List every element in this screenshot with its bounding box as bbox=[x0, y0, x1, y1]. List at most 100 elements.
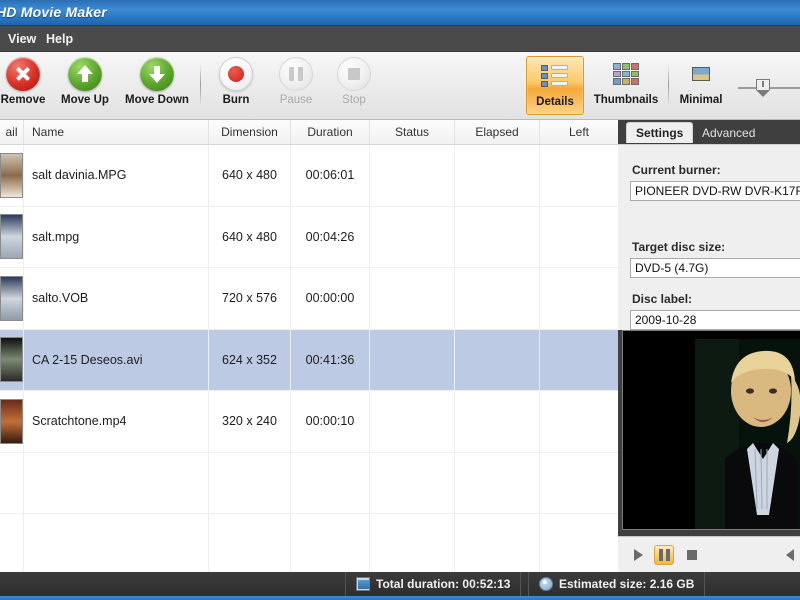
table-row-empty[interactable] bbox=[0, 514, 618, 576]
tab-settings[interactable]: Settings bbox=[626, 122, 694, 143]
column-header-thumbnail[interactable]: ail bbox=[0, 120, 24, 144]
toolbar: Remove Move Up Move Down Burn Pause Stop… bbox=[0, 52, 800, 120]
empty-cell bbox=[209, 514, 291, 575]
application-window: HD Movie Maker View Help Remove Move Up … bbox=[0, 0, 800, 600]
row-name: salto.VOB bbox=[24, 268, 209, 329]
row-elapsed bbox=[455, 206, 540, 267]
tab-advanced[interactable]: Advanced bbox=[693, 123, 764, 144]
current-burner-field[interactable]: PIONEER DVD-RW DVR-K17RS ( bbox=[630, 181, 800, 201]
toolbar-label-move-up: Move Up bbox=[61, 94, 109, 106]
table-row[interactable]: CA 2-15 Deseos.avi 624 x 352 00:41:36 bbox=[0, 329, 618, 391]
label-current-burner: Current burner: bbox=[632, 163, 721, 177]
zoom-slider-handle[interactable] bbox=[756, 79, 770, 97]
stop-button[interactable] bbox=[682, 545, 702, 565]
table-row[interactable]: Scratchtone.mp4 320 x 240 00:00:10 bbox=[0, 391, 618, 453]
table-row[interactable]: salt davinia.MPG 640 x 480 00:06:01 bbox=[0, 145, 618, 207]
stop-circle-icon bbox=[317, 55, 391, 93]
column-header-dimension[interactable]: Dimension bbox=[209, 120, 291, 144]
menu-item-view[interactable]: View bbox=[2, 30, 42, 48]
row-dimension: 640 x 480 bbox=[209, 206, 291, 267]
empty-cell bbox=[455, 452, 540, 513]
video-preview[interactable] bbox=[622, 330, 800, 530]
row-elapsed bbox=[455, 268, 540, 329]
toolbar-label-minimal: Minimal bbox=[679, 94, 723, 106]
row-left bbox=[540, 391, 618, 452]
label-target-disc-size: Target disc size: bbox=[632, 240, 726, 254]
empty-cell bbox=[540, 514, 618, 575]
row-duration: 00:04:26 bbox=[291, 206, 370, 267]
toolbar-label-thumbnails: Thumbnails bbox=[593, 94, 659, 106]
row-dimension: 640 x 480 bbox=[209, 145, 291, 206]
row-status bbox=[370, 391, 455, 452]
zoom-slider[interactable] bbox=[738, 79, 800, 97]
right-panel: Settings Advanced Current burner: PIONEE… bbox=[618, 120, 800, 572]
disc-label-field[interactable]: 2009-10-28 bbox=[630, 310, 800, 330]
row-dimension: 320 x 240 bbox=[209, 391, 291, 452]
menu-item-help[interactable]: Help bbox=[40, 30, 79, 48]
row-left bbox=[540, 330, 618, 391]
row-thumbnail bbox=[0, 145, 24, 206]
status-total-duration: Total duration: 00:52:13 bbox=[345, 572, 522, 596]
status-bar: Total duration: 00:52:13 Estimated size:… bbox=[0, 572, 800, 596]
row-left bbox=[540, 207, 618, 268]
panel-tabs: Settings Advanced bbox=[618, 120, 800, 144]
empty-cell bbox=[0, 452, 24, 513]
empty-cell bbox=[540, 453, 618, 514]
toolbar-button-move-down[interactable]: Move Down bbox=[120, 55, 194, 117]
row-elapsed bbox=[455, 391, 540, 452]
file-list: ail Name Dimension Duration Status Elaps… bbox=[0, 120, 618, 600]
details-list-icon bbox=[527, 57, 583, 95]
table-row-empty[interactable] bbox=[0, 452, 618, 514]
row-name: Scratchtone.mp4 bbox=[24, 391, 209, 452]
player-controls bbox=[618, 536, 800, 572]
toolbar-button-stop[interactable]: Stop bbox=[317, 55, 391, 117]
label-disc-label: Disc label: bbox=[632, 292, 693, 306]
pause-button[interactable] bbox=[654, 545, 674, 565]
column-header-name[interactable]: Name bbox=[24, 120, 209, 144]
row-status bbox=[370, 145, 455, 206]
empty-cell bbox=[24, 514, 209, 575]
volume-icon[interactable] bbox=[786, 549, 794, 561]
column-header-status[interactable]: Status bbox=[370, 120, 455, 144]
arrow-down-circle-icon bbox=[120, 55, 194, 93]
toolbar-button-minimal[interactable]: Minimal bbox=[666, 55, 736, 117]
empty-cell bbox=[209, 452, 291, 513]
target-disc-size-field[interactable]: DVD-5 (4.7G) bbox=[630, 258, 800, 278]
row-elapsed bbox=[455, 329, 540, 390]
toolbar-label-move-down: Move Down bbox=[125, 94, 189, 106]
row-thumbnail bbox=[0, 329, 24, 390]
settings-pane: Current burner: PIONEER DVD-RW DVR-K17RS… bbox=[618, 144, 800, 240]
empty-cell bbox=[291, 514, 370, 575]
row-left bbox=[540, 145, 618, 206]
row-name: CA 2-15 Deseos.avi bbox=[24, 329, 209, 390]
empty-cell bbox=[455, 514, 540, 575]
preview-figure bbox=[695, 339, 800, 529]
empty-cell bbox=[291, 452, 370, 513]
toolbar-button-move-up[interactable]: Move Up bbox=[48, 55, 122, 117]
row-dimension: 720 x 576 bbox=[209, 268, 291, 329]
toolbar-label-details: Details bbox=[536, 96, 574, 108]
row-name: salt.mpg bbox=[24, 206, 209, 267]
row-duration: 00:41:36 bbox=[291, 329, 370, 390]
column-header-duration[interactable]: Duration bbox=[291, 120, 370, 144]
toolbar-button-thumbnails[interactable]: Thumbnails bbox=[590, 55, 662, 117]
row-duration: 00:00:00 bbox=[291, 268, 370, 329]
empty-cell bbox=[0, 514, 24, 575]
settings-pane-continued: Target disc size: DVD-5 (4.7G) Disc labe… bbox=[618, 240, 800, 330]
table-row[interactable]: salt.mpg 640 x 480 00:04:26 bbox=[0, 206, 618, 268]
row-status bbox=[370, 329, 455, 390]
toolbar-button-details[interactable]: Details bbox=[526, 56, 584, 115]
play-button[interactable] bbox=[628, 545, 648, 565]
table-row[interactable]: salto.VOB 720 x 576 00:00:00 bbox=[0, 268, 618, 330]
disc-icon bbox=[539, 577, 553, 591]
toolbar-label-stop: Stop bbox=[342, 94, 366, 106]
column-header-elapsed[interactable]: Elapsed bbox=[455, 120, 540, 144]
file-list-header: ail Name Dimension Duration Status Elaps… bbox=[0, 120, 618, 145]
row-elapsed bbox=[455, 145, 540, 206]
file-list-body: salt davinia.MPG 640 x 480 00:06:01 salt.mp… bbox=[0, 145, 618, 600]
status-estimated-size: Estimated size: 2.16 GB bbox=[528, 572, 706, 596]
minimal-view-icon bbox=[666, 55, 736, 93]
column-header-left[interactable]: Left bbox=[540, 120, 618, 144]
row-duration: 00:06:01 bbox=[291, 145, 370, 206]
row-left bbox=[540, 268, 618, 329]
